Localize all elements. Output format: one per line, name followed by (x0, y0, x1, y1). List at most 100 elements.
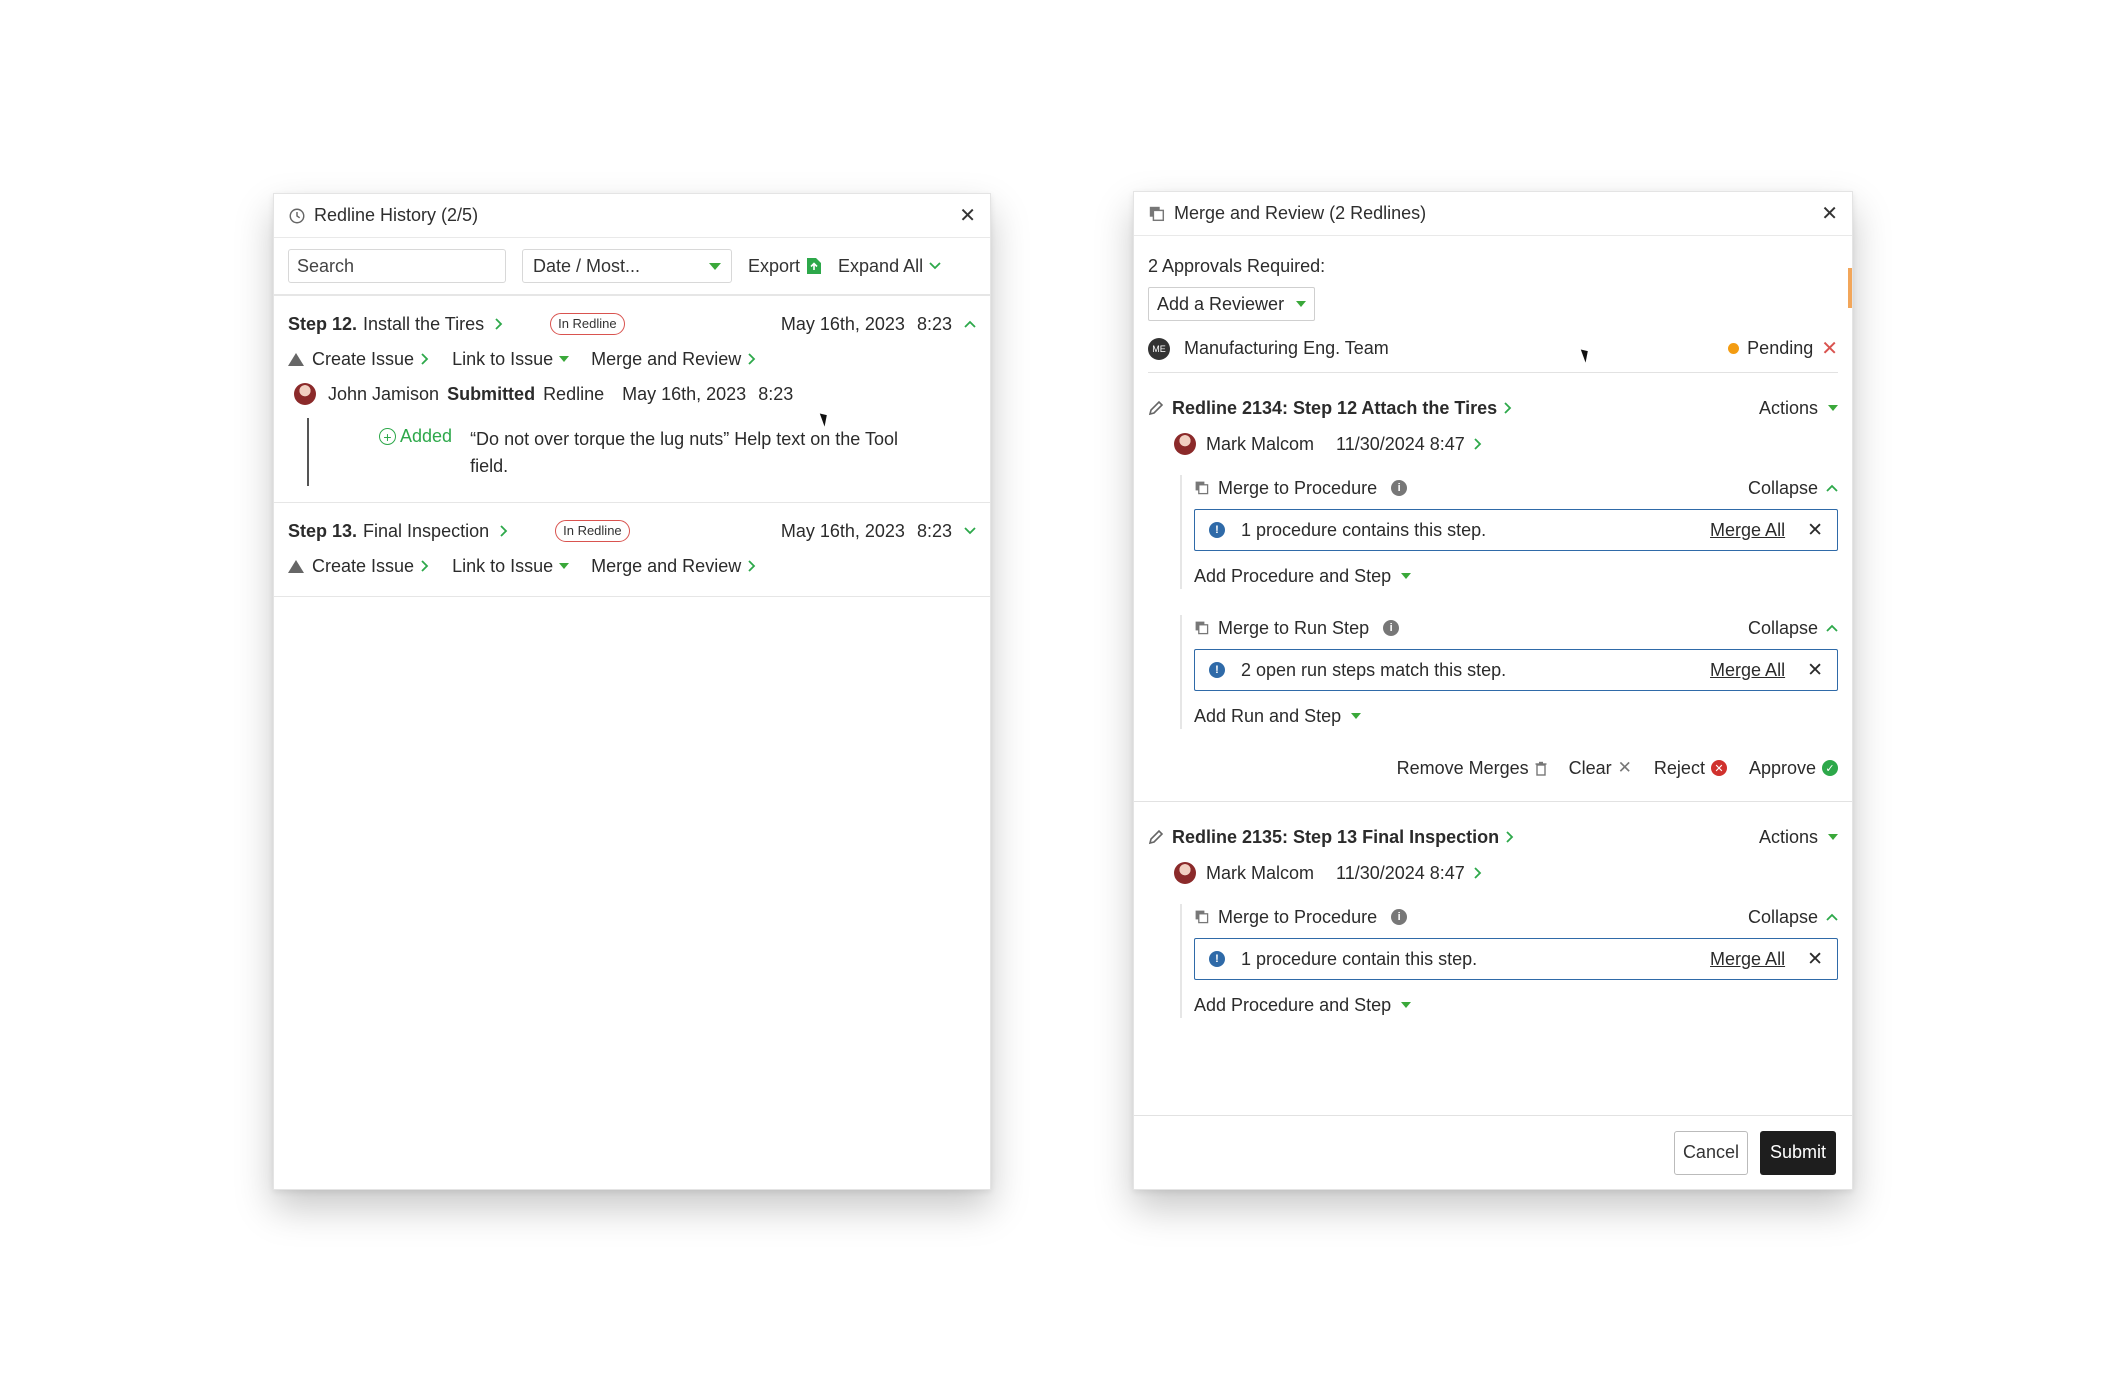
dismiss-notice-icon[interactable]: ✕ (1807, 948, 1823, 971)
author-name: Mark Malcom (1206, 433, 1315, 454)
change-entry: + Added “Do not over torque the lug nuts… (307, 418, 976, 486)
merge-and-review-button[interactable]: Merge and Review (591, 556, 757, 577)
redline-history-panel: Redline History (2/5) ✕ Date / Most... E… (273, 193, 991, 1190)
add-procedure-step-dropdown[interactable]: Add Procedure and Step (1194, 563, 1838, 589)
history-search (288, 249, 529, 283)
warning-icon (288, 352, 304, 366)
step-date-value: May 16th, 2023 (780, 520, 905, 541)
expand-all-button[interactable]: Expand All (838, 256, 941, 277)
search-input[interactable] (297, 255, 529, 277)
dismiss-notice-icon[interactable]: ✕ (1807, 519, 1823, 542)
chevron-right-icon (1504, 402, 1512, 414)
author-date-link[interactable]: 11/30/2024 8:47 (1336, 434, 1483, 455)
notice-text: 1 procedure contain this step. (1241, 948, 1478, 969)
create-issue-button[interactable]: Create Issue (288, 556, 430, 577)
history-toolbar: Date / Most... Export Expand All (274, 238, 990, 296)
chevron-up-icon (1826, 484, 1838, 492)
step-name-link[interactable]: Install the Tires (363, 314, 484, 335)
chevron-down-icon (559, 563, 570, 569)
export-file-icon (807, 258, 822, 274)
chevron-down-icon (929, 262, 941, 270)
info-icon[interactable]: i (1391, 480, 1408, 496)
approve-button[interactable]: Approve ✓ (1749, 758, 1838, 779)
merge-review-label: Merge and Review (591, 348, 742, 369)
link-to-issue-button[interactable]: Link to Issue (452, 349, 570, 370)
added-label: + Added (379, 426, 452, 480)
chevron-down-icon[interactable] (964, 527, 976, 535)
submit-button[interactable]: Submit (1759, 1130, 1836, 1175)
chevron-down-icon (1401, 1002, 1412, 1008)
notice-text: 1 procedure contains this step. (1241, 519, 1487, 540)
merge-review-label: Merge and Review (591, 555, 742, 576)
merge-group-title-text: Merge to Procedure (1218, 477, 1378, 498)
redline-author-row: Mark Malcom 11/30/2024 8:47 (1174, 860, 1838, 886)
merge-header: Merge and Review (2 Redlines) ✕ (1134, 192, 1852, 236)
merge-close-icon[interactable]: ✕ (1821, 204, 1838, 224)
approve-check-icon: ✓ (1822, 760, 1838, 776)
info-icon[interactable]: i (1383, 620, 1400, 636)
merge-title: Merge and Review (2 Redlines) (1174, 203, 1427, 223)
step-name-link[interactable]: Final Inspection (363, 521, 489, 542)
remove-merges-button[interactable]: Remove Merges (1397, 758, 1547, 779)
reject-button[interactable]: Reject ✕ (1654, 758, 1727, 779)
sort-select[interactable]: Date / Most... (522, 249, 732, 283)
cancel-button[interactable]: Cancel (1673, 1130, 1748, 1175)
redline-title: Redline 2134: Step 12 Attach the Tires (1172, 397, 1498, 418)
author-date: 11/30/2024 8:47 (1336, 433, 1465, 454)
remove-reviewer-icon[interactable]: ✕ (1821, 336, 1838, 361)
sort-value: Date / Most... (533, 255, 641, 276)
approvals-section: 2 Approvals Required: Add a Reviewer ME … (1134, 256, 1852, 373)
collapse-button[interactable]: Collapse (1748, 907, 1838, 928)
redline-title-link[interactable]: Redline 2134: Step 12 Attach the Tires (1172, 398, 1513, 419)
chevron-right-icon[interactable] (499, 524, 509, 538)
author-date: 11/30/2024 8:47 (1336, 862, 1465, 883)
reviewer-row: ME Manufacturing Eng. Team Pending ✕ (1148, 329, 1838, 373)
avatar (294, 383, 316, 405)
author-date-link[interactable]: 11/30/2024 8:47 (1336, 863, 1483, 884)
approve-label: Approve (1748, 757, 1816, 778)
submission-row: John Jamison Submitted Redline May 16th,… (288, 380, 976, 408)
add-procedure-step-dropdown[interactable]: Add Procedure and Step (1194, 992, 1838, 1018)
history-close-icon[interactable]: ✕ (959, 206, 976, 226)
collapse-button[interactable]: Collapse (1748, 618, 1838, 639)
actions-dropdown[interactable]: Actions (1759, 398, 1838, 419)
create-issue-label: Create Issue (312, 348, 415, 369)
merge-group-header: Merge to Procedure i Collapse (1194, 904, 1838, 930)
change-text: “Do not over torque the lug nuts” Help t… (470, 429, 898, 476)
reject-label: Reject (1653, 757, 1705, 778)
link-to-issue-button[interactable]: Link to Issue (452, 556, 570, 577)
merge-group-title: Merge to Run Step i (1218, 618, 1400, 639)
pending-dot-icon (1728, 343, 1740, 354)
clear-button[interactable]: Clear ✕ (1569, 758, 1632, 779)
add-reviewer-dropdown[interactable]: Add a Reviewer (1148, 287, 1316, 321)
trash-icon (1535, 761, 1547, 776)
submission-date: May 16th, 2023 (622, 383, 747, 404)
redline-title-link[interactable]: Redline 2135: Step 13 Final Inspection (1172, 827, 1515, 848)
copy-icon (1195, 481, 1209, 495)
merge-and-review-button[interactable]: Merge and Review (591, 349, 757, 370)
info-icon[interactable]: i (1391, 909, 1408, 925)
merge-all-link[interactable]: Merge All (1710, 520, 1785, 541)
avatar: ME (1148, 337, 1170, 360)
merge-all-link[interactable]: Merge All (1710, 949, 1785, 970)
chevron-up-icon (1826, 624, 1838, 632)
merge-all-link[interactable]: Merge All (1710, 660, 1785, 681)
redline-author-row: Mark Malcom 11/30/2024 8:47 (1174, 431, 1838, 457)
dismiss-notice-icon[interactable]: ✕ (1807, 659, 1823, 682)
add-run-step-dropdown[interactable]: Add Run and Step (1194, 703, 1838, 729)
history-clock-icon (289, 208, 305, 223)
remove-merges-label: Remove Merges (1396, 757, 1529, 778)
actions-dropdown[interactable]: Actions (1759, 827, 1838, 848)
merge-review-panel: Merge and Review (2 Redlines) ✕ 2 Approv… (1133, 191, 1853, 1190)
export-button[interactable]: Export (748, 256, 822, 277)
step-time-value: 8:23 (916, 313, 952, 334)
chevron-right-icon[interactable] (494, 317, 504, 331)
merge-group-title: Merge to Procedure i (1218, 907, 1408, 928)
create-issue-button[interactable]: Create Issue (288, 349, 430, 370)
collapse-button[interactable]: Collapse (1748, 478, 1838, 499)
redline-2134: Redline 2134: Step 12 Attach the Tires A… (1134, 373, 1852, 802)
expand-all-label: Expand All (838, 255, 924, 276)
chevron-up-icon[interactable] (964, 320, 976, 328)
redline-header: Redline 2134: Step 12 Attach the Tires A… (1148, 395, 1838, 421)
history-title: Redline History (2/5) (314, 205, 479, 225)
